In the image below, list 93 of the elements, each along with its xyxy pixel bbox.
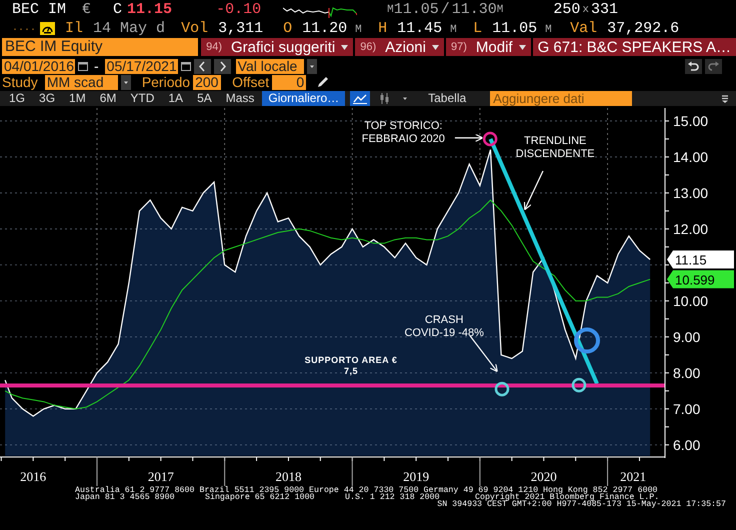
stat-label: L bbox=[473, 20, 482, 36]
axis-label: 2017 bbox=[148, 469, 174, 484]
period-field[interactable]: 200 bbox=[193, 74, 222, 90]
market-mark: M bbox=[545, 24, 552, 36]
axis-label: 7.00 bbox=[673, 400, 700, 417]
stat-label: O bbox=[283, 20, 292, 36]
redo-icon[interactable] bbox=[705, 58, 722, 74]
market-mark: M bbox=[450, 24, 457, 36]
security-title[interactable]: BEC IM Equity bbox=[2, 38, 198, 56]
ask-price: 11.30 bbox=[452, 1, 497, 18]
menu-button[interactable]: 94) Grafici suggeriti bbox=[201, 38, 354, 56]
axis-label: 15.00 bbox=[673, 112, 708, 129]
axis-label: 2016 bbox=[20, 469, 46, 484]
date-separator: - bbox=[94, 58, 99, 74]
axis-label: 2020 bbox=[530, 469, 557, 484]
axis-label: 12.00 bbox=[673, 220, 708, 237]
axis-label: 6.00 bbox=[673, 436, 700, 453]
status-dots: .... bbox=[12, 22, 36, 34]
period-label: Periodo bbox=[142, 74, 190, 90]
stat-label: Vol bbox=[181, 20, 208, 36]
menu-button[interactable]: G 671: B&C SPEAKERS A… bbox=[532, 38, 736, 56]
footer-text: Copyright 2021 Bloomberg Finance L.P. bbox=[475, 494, 660, 501]
menu-icon[interactable] bbox=[720, 94, 730, 104]
menu-button[interactable]: 96) Azioni bbox=[355, 38, 444, 56]
circle-marker bbox=[482, 132, 498, 146]
dropdown-icon[interactable] bbox=[306, 58, 317, 74]
circle-marker bbox=[572, 378, 586, 392]
footer-text: U.S. 1 212 318 2000 bbox=[345, 494, 440, 501]
end-date-field[interactable]: 05/17/2021 bbox=[104, 58, 178, 74]
stat-value: 11.45 bbox=[397, 20, 442, 36]
date-label: Il bbox=[65, 20, 84, 36]
study-label: Study bbox=[2, 74, 38, 90]
chart-note: TOP STORICO: FEBBRAIO 2020 bbox=[362, 120, 445, 145]
arrow bbox=[469, 335, 498, 372]
start-date-field[interactable]: 04/01/2016 bbox=[2, 58, 75, 74]
calendar-icon[interactable] bbox=[78, 61, 88, 71]
market-mark: M bbox=[387, 4, 394, 16]
size-separator: x bbox=[582, 4, 589, 16]
bid-size: 250 bbox=[553, 1, 580, 18]
chart-note: TRENDLINE DISCENDENTE bbox=[516, 135, 595, 160]
calendar-icon[interactable] bbox=[180, 61, 191, 71]
ask-size: 331 bbox=[590, 1, 618, 18]
period-button[interactable]: Giornaliero… bbox=[262, 91, 346, 106]
footer-text: Japan 81 3 4565 8900 bbox=[75, 494, 176, 501]
last-price: 11.15 bbox=[127, 1, 172, 18]
price-tag: 11.15 bbox=[667, 250, 734, 268]
axis-label: 13.00 bbox=[673, 184, 708, 201]
ticker: BEC IM bbox=[12, 1, 66, 18]
offset-field[interactable]: 0 bbox=[272, 74, 306, 90]
study-select[interactable]: MM scad bbox=[44, 74, 118, 90]
footer-text: SN 394933 CEST GMT+2:00 H977-4085-173 15-May-2021 17:35:57 bbox=[437, 501, 726, 508]
price-tag: 10.599 bbox=[667, 270, 734, 288]
line-chart-icon[interactable] bbox=[350, 91, 370, 106]
add-data-field[interactable]: Aggiungere dati bbox=[490, 91, 632, 106]
quote-date: 14 May bbox=[93, 20, 148, 36]
menu-button[interactable]: 97) Modif bbox=[446, 38, 531, 56]
undo-icon[interactable] bbox=[685, 58, 702, 74]
separator: / bbox=[440, 1, 450, 18]
previous-icon[interactable] bbox=[194, 58, 211, 74]
dropdown-icon[interactable] bbox=[120, 74, 131, 90]
chart-note: CRASH COVID-19 -48% bbox=[404, 314, 484, 339]
arrow bbox=[524, 170, 544, 210]
stat-value: 37,292.6 bbox=[607, 20, 680, 36]
stat-label: Val bbox=[570, 20, 598, 36]
axis-label: 2018 bbox=[275, 469, 302, 484]
support-note: SUPPORTO AREA € 7,5 bbox=[304, 354, 398, 376]
stat-value: 11.05 bbox=[492, 20, 538, 36]
market-mark: M bbox=[355, 24, 362, 36]
axis-label: 9.00 bbox=[673, 328, 700, 345]
next-icon[interactable] bbox=[214, 58, 231, 74]
offset-label: Offset bbox=[232, 74, 270, 90]
footer-text: Australia 61 2 9777 8600 Brazil 5511 2395 9000 Europe 44 20 7330 7500 Germany 49 69 9204 1210 Hong Kong 852 2977 6000 bbox=[75, 487, 658, 494]
axis-label: 2019 bbox=[403, 469, 430, 484]
axis-label: 10.00 bbox=[673, 292, 708, 309]
axis-label: 14.00 bbox=[673, 148, 708, 165]
stat-label: H bbox=[378, 20, 388, 36]
stat-value: 11.20 bbox=[302, 20, 348, 36]
market-mark: M bbox=[496, 4, 504, 16]
bid-price: 11.05 bbox=[394, 1, 439, 18]
gauge-icon[interactable] bbox=[40, 22, 56, 34]
close-label: C bbox=[113, 1, 122, 18]
date-suffix: d bbox=[156, 20, 166, 36]
price-change: -0.10 bbox=[216, 1, 262, 18]
footer-text: Singapore 65 6212 1000 bbox=[205, 494, 315, 501]
currency-select[interactable]: Val locale bbox=[236, 58, 304, 74]
stat-value: 3,311 bbox=[218, 20, 264, 36]
circle-marker bbox=[494, 382, 510, 396]
currency: € bbox=[82, 1, 92, 18]
axis-label: 8.00 bbox=[673, 364, 700, 381]
circle-marker bbox=[574, 327, 600, 354]
arrow bbox=[454, 134, 484, 142]
pencil-icon[interactable] bbox=[317, 76, 330, 88]
axis-label: 2021 bbox=[620, 469, 646, 484]
